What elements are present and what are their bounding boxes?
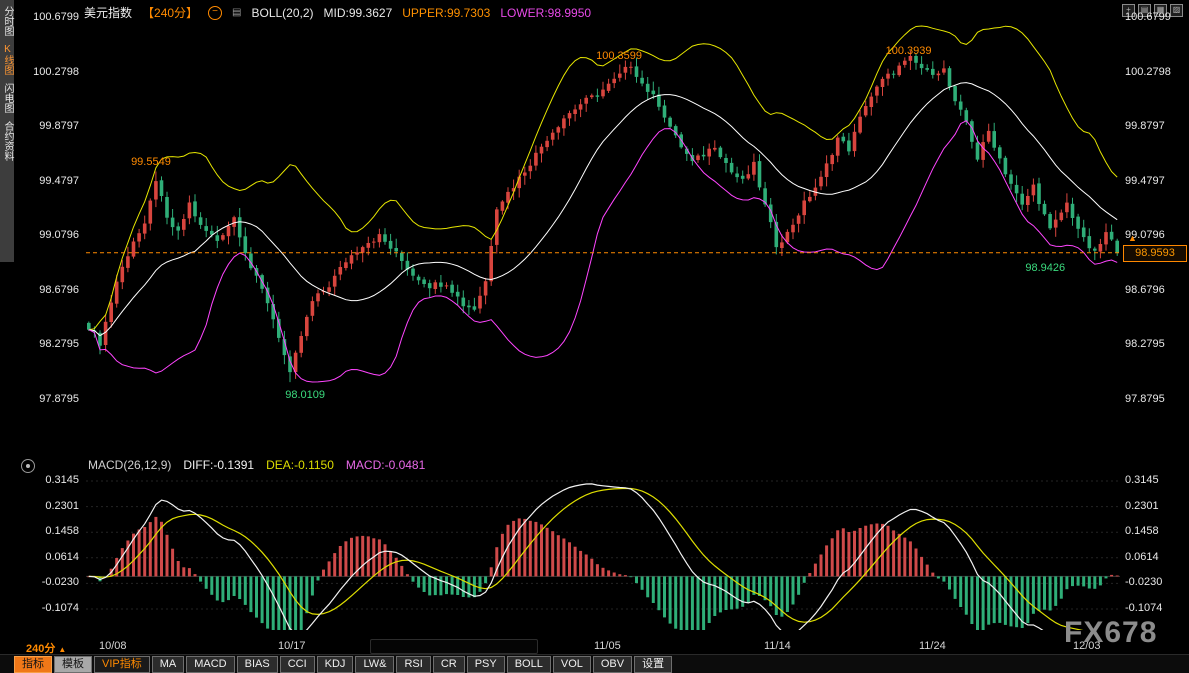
macd-collapse-icon[interactable] bbox=[21, 459, 35, 473]
toolbar-tab-11[interactable]: PSY bbox=[467, 656, 505, 673]
axis-label: 99.0796 bbox=[39, 229, 79, 241]
axis-label: 0.3145 bbox=[1125, 474, 1159, 486]
axis-label: -0.0230 bbox=[42, 576, 79, 588]
sidebar-item-2[interactable]: 闪电图 bbox=[1, 83, 13, 113]
axis-label: 0.3145 bbox=[45, 474, 79, 486]
indicator-badge-icon: ▤ bbox=[232, 7, 241, 18]
axis-label: 98.6796 bbox=[1125, 284, 1165, 296]
axis-label: 98.6796 bbox=[39, 284, 79, 296]
toolbar-tab-1[interactable]: 模板 bbox=[54, 656, 92, 673]
macd-chart[interactable] bbox=[86, 470, 1120, 630]
axis-label: 100.2798 bbox=[33, 66, 79, 78]
axis-label: 100.2798 bbox=[1125, 66, 1171, 78]
candlestick-svg bbox=[86, 22, 1120, 455]
price-axis-left: 100.6799 100.2798 99.8797 99.4797 99.0796 98.… bbox=[14, 0, 82, 673]
axis-label: 100.6799 bbox=[33, 11, 79, 23]
scrollbar-thumb[interactable] bbox=[370, 639, 538, 654]
sidebar-item-1[interactable]: K线图 bbox=[1, 44, 13, 75]
axis-label: 99.4797 bbox=[39, 175, 79, 187]
toolbar-tab-8[interactable]: LW& bbox=[355, 656, 394, 673]
boll-lower-value: LOWER:98.9950 bbox=[500, 6, 591, 20]
time-axis: 10/0810/1711/0511/1411/2412/03 bbox=[86, 640, 1120, 654]
toolbar-tab-10[interactable]: CR bbox=[433, 656, 465, 673]
axis-label: 0.2301 bbox=[1125, 500, 1159, 512]
axis-label: 99.8797 bbox=[1125, 120, 1165, 132]
toolbar-tab-0[interactable]: 指标 bbox=[14, 656, 52, 673]
axis-label: 0.1458 bbox=[1125, 525, 1159, 537]
chart-type-sidebar: 分时图 K线图闪电图合约资料 bbox=[0, 0, 14, 262]
toolbar-tab-13[interactable]: VOL bbox=[553, 656, 591, 673]
symbol-title: 美元指数 bbox=[84, 4, 132, 21]
toolbar-tab-14[interactable]: OBV bbox=[593, 656, 632, 673]
date-label: 10/08 bbox=[99, 640, 127, 652]
indicator-toolbar: 指标模板VIP指标MAMACDBIASCCIKDJLW&RSICRPSYBOLL… bbox=[14, 656, 1189, 673]
axis-label: 100.6799 bbox=[1125, 11, 1171, 23]
last-price-badge: 98.9593 bbox=[1123, 245, 1187, 262]
date-label: 10/17 bbox=[278, 640, 306, 652]
toolbar-tab-5[interactable]: BIAS bbox=[237, 656, 278, 673]
toolbar-tab-9[interactable]: RSI bbox=[396, 656, 430, 673]
price-axis-right: 100.6799100.279899.879799.479799.079698.… bbox=[1122, 0, 1188, 673]
axis-label: 97.8795 bbox=[1125, 393, 1165, 405]
toolbar-tab-2[interactable]: VIP指标 bbox=[94, 656, 150, 673]
axis-label: 0.0614 bbox=[45, 551, 79, 563]
period-label: 【240分】 bbox=[142, 4, 198, 21]
toolbar-tab-4[interactable]: MACD bbox=[186, 656, 234, 673]
toolbar-tab-15[interactable]: 设置 bbox=[634, 656, 672, 673]
axis-label: -0.0230 bbox=[1125, 576, 1162, 588]
axis-label: 99.4797 bbox=[1125, 175, 1165, 187]
indicator-toolbar-row: 指标模板VIP指标MAMACDBIASCCIKDJLW&RSICRPSYBOLL… bbox=[0, 654, 1189, 673]
chart-header: 美元指数 【240分】 − ▤ BOLL(20,2) MID:99.3627 U… bbox=[84, 4, 591, 21]
date-label: 11/14 bbox=[764, 640, 791, 652]
price-arrow-icon: ▲ bbox=[1128, 233, 1137, 243]
up-triangle-icon: ▲ bbox=[58, 645, 66, 654]
axis-label: 98.2795 bbox=[1125, 338, 1165, 350]
candlestick-chart[interactable]: 99.5549100.3599100.393998.010998.9426 bbox=[86, 22, 1120, 455]
axis-label: 97.8795 bbox=[39, 393, 79, 405]
boll-params-label: BOLL(20,2) bbox=[252, 6, 314, 20]
date-label: 11/24 bbox=[919, 640, 946, 652]
toolbar-tab-6[interactable]: CCI bbox=[280, 656, 315, 673]
axis-label: -0.1074 bbox=[1125, 602, 1162, 614]
axis-label: -0.1074 bbox=[42, 602, 79, 614]
sidebar-item-0[interactable]: 分时图 bbox=[1, 6, 13, 36]
toolbar-tab-12[interactable]: BOLL bbox=[507, 656, 551, 673]
boll-upper-value: UPPER:99.7303 bbox=[402, 6, 490, 20]
axis-label: 99.8797 bbox=[39, 120, 79, 132]
toolbar-tab-7[interactable]: KDJ bbox=[317, 656, 354, 673]
sidebar-item-3[interactable]: 合约资料 bbox=[1, 121, 13, 161]
boll-mid-value: MID:99.3627 bbox=[324, 6, 393, 20]
axis-label: 0.2301 bbox=[45, 500, 79, 512]
macd-svg bbox=[86, 470, 1120, 630]
axis-label: 0.0614 bbox=[1125, 551, 1159, 563]
date-label: 11/05 bbox=[594, 640, 621, 652]
trading-app-window: 分时图 K线图闪电图合约资料 美元指数 【240分】 − ▤ BOLL(20,2)… bbox=[0, 0, 1189, 673]
watermark: FX678 bbox=[1064, 616, 1157, 650]
toolbar-tab-3[interactable]: MA bbox=[152, 656, 185, 673]
axis-label: 0.1458 bbox=[45, 525, 79, 537]
zoom-out-icon[interactable]: − bbox=[208, 6, 222, 20]
axis-label: 98.2795 bbox=[39, 338, 79, 350]
